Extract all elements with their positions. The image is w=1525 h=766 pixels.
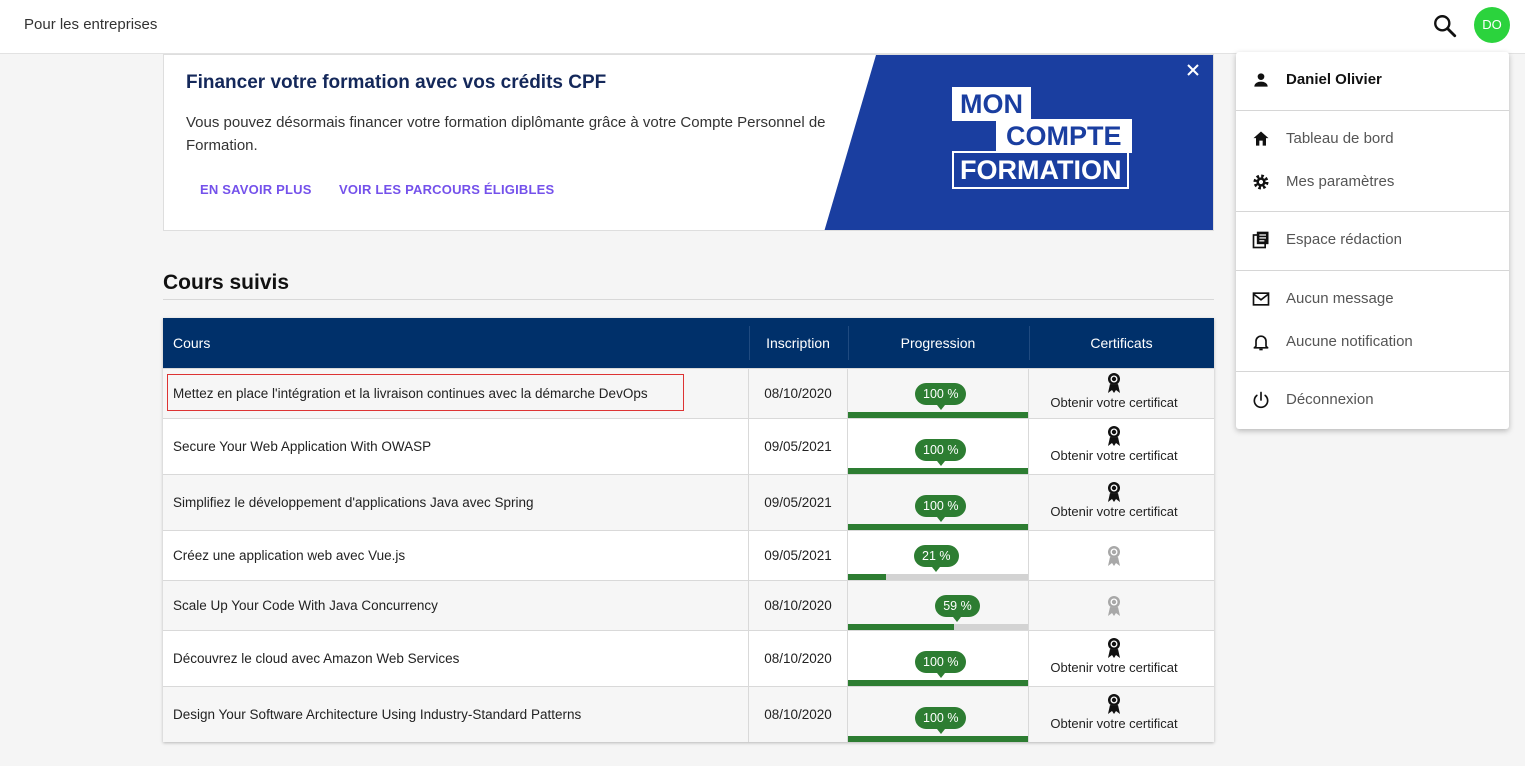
progress-badge: 21 %	[914, 545, 959, 572]
get-certificate-link[interactable]: Obtenir votre certificat	[1029, 504, 1199, 519]
top-bar: Pour les entreprises DO	[0, 0, 1525, 54]
certificate-medal-locked-icon	[1106, 545, 1122, 567]
get-certificate-link[interactable]: Obtenir votre certificat	[1029, 395, 1199, 410]
certificate-medal-icon	[1106, 637, 1122, 659]
menu-item-label: Tableau de bord	[1286, 130, 1394, 147]
menu-item-label: Espace rédaction	[1286, 231, 1402, 248]
table-row[interactable]: Scale Up Your Code With Java Concurrency…	[163, 580, 1214, 630]
courses-table: Cours Inscription Progression Certificat…	[163, 318, 1214, 742]
certificate-medal-locked-icon	[1106, 595, 1122, 617]
progress-badge: 100 %	[915, 495, 967, 522]
cpf-banner: Financer votre formation avec vos crédit…	[163, 54, 1214, 231]
certificate-cell	[1029, 595, 1199, 617]
menu-item-logout[interactable]: Déconnexion	[1236, 382, 1509, 418]
table-row[interactable]: Découvrez le cloud avec Amazon Web Servi…	[163, 630, 1214, 686]
get-certificate-link[interactable]: Obtenir votre certificat	[1029, 660, 1199, 675]
banner-description: Vous pouvez désormais financer votre for…	[186, 114, 826, 154]
person-icon	[1254, 73, 1268, 87]
table-header: Cours Inscription Progression Certificat…	[163, 318, 1214, 368]
progress-badge: 100 %	[915, 383, 967, 410]
menu-item-label: Déconnexion	[1286, 391, 1374, 408]
course-name-link[interactable]: Mettez en place l'intégration et la livr…	[173, 386, 648, 401]
certificate-medal-icon	[1106, 372, 1122, 394]
progress-badge: 100 %	[915, 439, 967, 466]
course-name-link[interactable]: Design Your Software Architecture Using …	[173, 707, 581, 722]
table-row[interactable]: Mettez en place l'intégration et la livr…	[163, 368, 1214, 418]
enrollment-date: 08/10/2020	[764, 651, 832, 666]
course-name-link[interactable]: Créez une application web avec Vue.js	[173, 548, 405, 563]
certificate-cell: Obtenir votre certificat	[1029, 372, 1199, 410]
progress-bar	[848, 736, 1028, 742]
menu-item-settings[interactable]: Mes paramètres	[1236, 164, 1509, 200]
course-name-link[interactable]: Découvrez le cloud avec Amazon Web Servi…	[173, 651, 459, 666]
menu-item-dashboard[interactable]: Tableau de bord	[1236, 121, 1509, 157]
enrollment-date: 08/10/2020	[764, 598, 832, 613]
user-menu: Daniel Olivier Tableau de bord Mes param…	[1236, 52, 1509, 429]
section-title: Cours suivis	[163, 271, 290, 294]
certificate-medal-icon	[1106, 693, 1122, 715]
certificate-cell: Obtenir votre certificat	[1029, 637, 1199, 675]
certificate-cell: Obtenir votre certificat	[1029, 693, 1199, 731]
menu-item-label: Aucun message	[1286, 290, 1394, 307]
enrollment-date: 09/05/2021	[764, 495, 832, 510]
column-header-date: Inscription	[766, 335, 830, 351]
banner-title: Financer votre formation avec vos crédit…	[186, 72, 607, 93]
enrollment-date: 08/10/2020	[764, 386, 832, 401]
menu-user-name: Daniel Olivier	[1286, 71, 1382, 88]
learn-more-link[interactable]: EN SAVOIR PLUS	[200, 182, 312, 197]
progress-badge: 100 %	[915, 707, 967, 734]
power-icon	[1253, 391, 1269, 409]
menu-user-profile[interactable]: Daniel Olivier	[1236, 62, 1509, 98]
menu-item-label: Aucune notification	[1286, 333, 1413, 350]
enrollment-date: 09/05/2021	[764, 439, 832, 454]
enrollment-date: 09/05/2021	[764, 548, 832, 563]
table-row[interactable]: Simplifiez le développement d'applicatio…	[163, 474, 1214, 530]
certificate-cell	[1029, 545, 1199, 567]
library-books-icon	[1252, 231, 1269, 249]
course-name-link[interactable]: Simplifiez le développement d'applicatio…	[173, 495, 534, 510]
certificate-medal-icon	[1106, 481, 1122, 503]
search-icon[interactable]	[1432, 13, 1458, 39]
column-header-certificates: Certificats	[1090, 335, 1153, 351]
column-header-course: Cours	[173, 335, 211, 351]
bell-icon	[1253, 335, 1269, 351]
table-row[interactable]: Design Your Software Architecture Using …	[163, 686, 1214, 742]
get-certificate-link[interactable]: Obtenir votre certificat	[1029, 448, 1199, 463]
table-row[interactable]: Créez une application web avec Vue.js 09/…	[163, 530, 1214, 580]
progress-badge: 100 %	[915, 651, 967, 678]
mail-icon	[1252, 292, 1270, 306]
menu-item-label: Mes paramètres	[1286, 173, 1395, 190]
eligible-paths-link[interactable]: VOIR LES PARCOURS ÉLIGIBLES	[339, 182, 554, 197]
home-icon	[1253, 131, 1269, 146]
course-name-link[interactable]: Scale Up Your Code With Java Concurrency	[173, 598, 438, 613]
table-row[interactable]: Secure Your Web Application With OWASP 09…	[163, 418, 1214, 474]
enrollment-date: 08/10/2020	[764, 707, 832, 722]
certificate-medal-icon	[1106, 425, 1122, 447]
avatar[interactable]: DO	[1474, 7, 1510, 43]
get-certificate-link[interactable]: Obtenir votre certificat	[1029, 716, 1199, 731]
mon-compte-formation-logo: MON COMPTE FORMATION	[952, 87, 1157, 190]
certificate-cell: Obtenir votre certificat	[1029, 481, 1199, 519]
close-icon[interactable]	[1182, 59, 1204, 81]
certificate-cell: Obtenir votre certificat	[1029, 425, 1199, 463]
progress-badge: 59 %	[935, 595, 980, 622]
menu-item-editorial[interactable]: Espace rédaction	[1236, 222, 1509, 258]
menu-item-notifications[interactable]: Aucune notification	[1236, 324, 1509, 360]
business-link[interactable]: Pour les entreprises	[24, 16, 157, 33]
column-header-progress: Progression	[900, 335, 976, 351]
menu-item-messages[interactable]: Aucun message	[1236, 281, 1509, 317]
progress-fill	[848, 736, 1028, 742]
section-divider	[163, 299, 1214, 300]
course-name-link[interactable]: Secure Your Web Application With OWASP	[173, 439, 431, 454]
gear-icon	[1253, 174, 1269, 190]
